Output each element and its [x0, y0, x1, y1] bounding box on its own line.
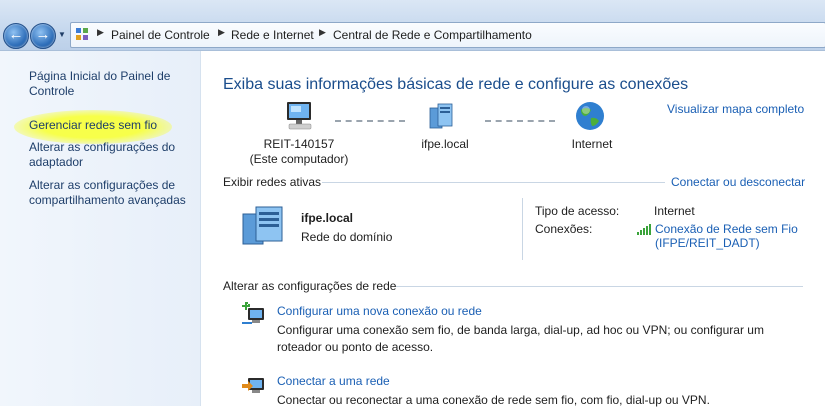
globe-icon[interactable]	[574, 100, 606, 132]
sidebar-item-label: Controle	[29, 84, 75, 98]
node-internet-name: Internet	[571, 137, 613, 151]
sidebar-item-control-panel-home[interactable]: Página Inicial do Painel de Controle	[29, 69, 170, 99]
wireless-connection-link[interactable]: Conexão de Rede sem Fio (IFPE/REIT_DADT)	[655, 222, 798, 250]
breadcrumb[interactable]: ▶ Painel de Controle ▶ Rede e Internet ▶…	[70, 22, 825, 48]
setup-new-connection-link[interactable]: Configurar uma nova conexão ou rede	[277, 304, 482, 318]
map-connector	[485, 120, 555, 122]
address-bar: ← → ▼ ▶ Painel de Controle ▶ Rede e Inte…	[0, 0, 825, 51]
node-computer-name: REIT-140157	[263, 137, 335, 151]
computer-icon[interactable]	[281, 100, 317, 132]
sidebar-item-manage-wireless[interactable]: Gerenciar redes sem fio	[29, 118, 157, 133]
sidebar-item-label: Página Inicial do Painel de	[29, 69, 171, 83]
view-full-map-link[interactable]: Visualizar mapa completo	[667, 102, 804, 116]
breadcrumb-control-panel[interactable]: Painel de Controle	[111, 28, 210, 42]
connections-label: Conexões:	[535, 222, 593, 236]
wifi-signal-icon	[637, 224, 651, 235]
sidebar-item-label: Alterar as configurações de	[29, 178, 176, 192]
node-computer-sub: (Este computador)	[249, 152, 349, 166]
breadcrumb-separator-icon[interactable]: ▶	[97, 27, 104, 38]
forward-button[interactable]: →	[30, 23, 56, 49]
map-connector	[335, 120, 405, 122]
connect-disconnect-link[interactable]: Conectar ou desconectar	[671, 175, 805, 189]
breadcrumb-network-internet[interactable]: Rede e Internet	[231, 28, 314, 42]
connect-to-network-icon[interactable]	[242, 372, 268, 396]
divider	[322, 182, 665, 183]
task-description: Conectar ou reconectar a uma conexão de …	[277, 393, 710, 407]
active-networks-heading: Exibir redes ativas	[223, 175, 322, 189]
divider	[396, 286, 803, 287]
sidebar-item-sharing-settings[interactable]: Alterar as configurações de compartilham…	[29, 178, 186, 208]
breadcrumb-separator-icon[interactable]: ▶	[319, 27, 326, 38]
domain-network-icon[interactable]	[428, 100, 458, 130]
breadcrumb-separator-icon[interactable]: ▶	[218, 27, 225, 38]
access-type-label: Tipo de acesso:	[535, 204, 620, 218]
connection-name: Conexão de Rede sem Fio	[655, 222, 798, 236]
connect-to-network-link[interactable]: Conectar a uma rede	[277, 374, 390, 388]
control-panel-icon	[76, 28, 88, 40]
page-title: Exiba suas informações básicas de rede e…	[223, 76, 689, 93]
task-pane	[0, 51, 201, 406]
access-type-value: Internet	[654, 204, 695, 218]
sidebar-item-adapter-settings[interactable]: Alterar as configurações do adaptador	[29, 140, 175, 170]
active-network-name: ifpe.local	[301, 211, 354, 225]
node-domain-name: ifpe.local	[421, 137, 469, 151]
recent-pages-dropdown-icon[interactable]: ▼	[58, 30, 66, 39]
connection-ssid: (IFPE/REIT_DADT)	[655, 236, 760, 250]
active-network-type[interactable]: Rede do domínio	[301, 230, 392, 244]
sidebar-item-label: Gerenciar redes sem fio	[29, 118, 158, 132]
sidebar-item-label: adaptador	[29, 155, 84, 169]
task-description: Configurar uma conexão sem fio, de banda…	[277, 323, 764, 337]
new-connection-icon[interactable]	[242, 302, 268, 326]
sidebar-item-label: compartilhamento avançadas	[29, 193, 186, 207]
change-settings-heading: Alterar as configurações de rede	[223, 279, 397, 293]
back-button[interactable]: ←	[3, 23, 29, 49]
domain-network-icon[interactable]	[240, 204, 290, 246]
sidebar-item-label: Alterar as configurações do	[29, 140, 176, 154]
task-description: roteador ou ponto de acesso.	[277, 340, 434, 354]
divider	[522, 198, 523, 260]
breadcrumb-network-center[interactable]: Central de Rede e Compartilhamento	[333, 28, 532, 42]
